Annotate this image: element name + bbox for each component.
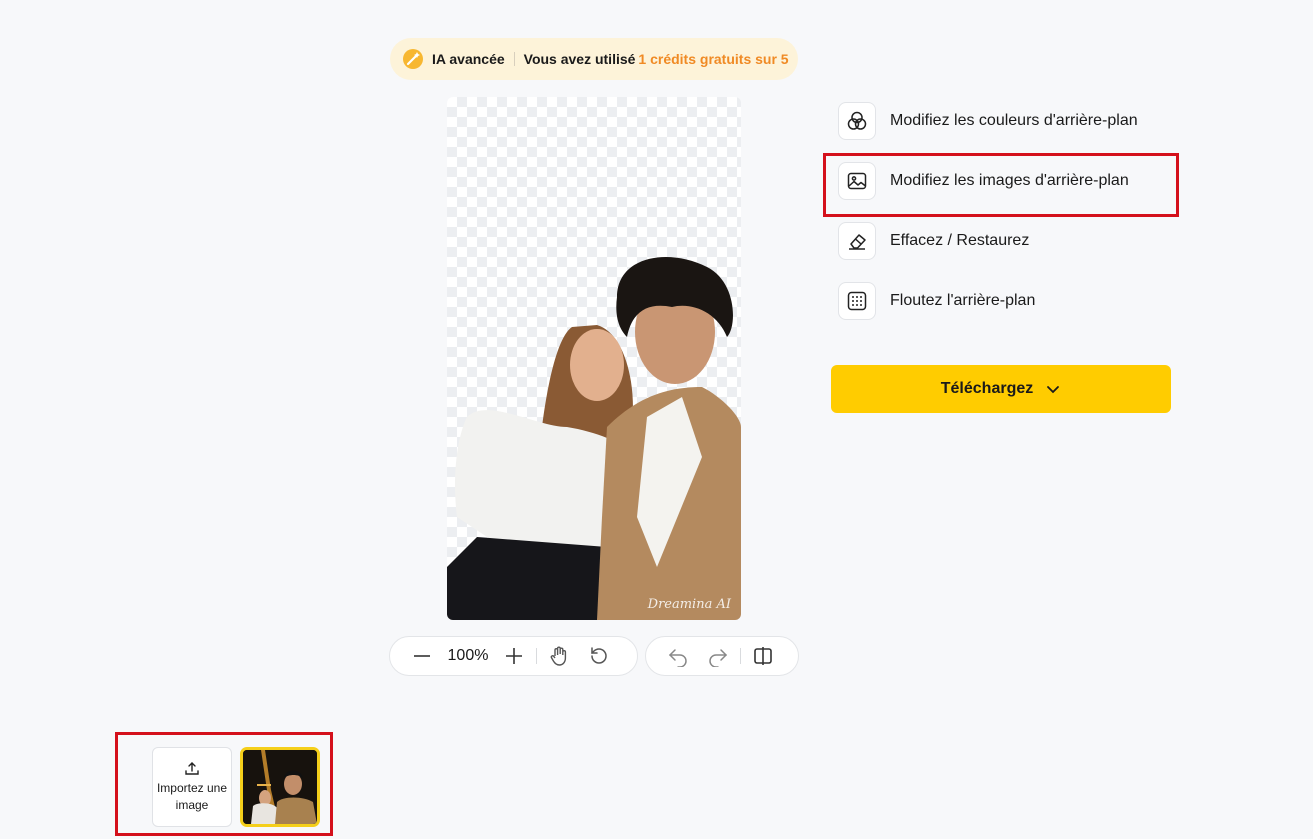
divider <box>513 52 515 66</box>
eraser-icon <box>838 222 876 260</box>
option-blur-bg[interactable]: Floutez l'arrière-plan <box>838 281 1035 321</box>
hand-icon <box>550 646 567 666</box>
option-label: Floutez l'arrière-plan <box>890 292 1036 309</box>
blur-grid-icon <box>838 282 876 320</box>
zoom-level: 100% <box>447 647 489 664</box>
ai-label: IA avancée <box>432 51 505 67</box>
usage-text: Vous avez utilisé <box>523 51 636 67</box>
subject-cutout <box>447 257 741 620</box>
divider <box>536 648 537 664</box>
color-circles-icon <box>838 102 876 140</box>
minus-icon <box>414 655 430 657</box>
zoom-out-button[interactable] <box>410 644 434 668</box>
compare-icon <box>754 647 772 665</box>
watermark: Dreamina AI <box>647 597 731 612</box>
highlight-box <box>823 153 1179 217</box>
plus-icon <box>506 648 522 664</box>
zoom-toolbar: 100% <box>389 636 638 676</box>
divider <box>740 648 741 664</box>
chevron-down-icon <box>1047 386 1060 394</box>
credits-badge: IA avancée Vous avez utilisé 1 crédits g… <box>390 38 798 80</box>
download-button[interactable]: Téléchargez <box>831 365 1171 413</box>
highlight-box <box>115 732 333 836</box>
compare-button[interactable] <box>751 644 775 668</box>
credits-count: 1 crédits gratuits sur 5 <box>638 51 789 67</box>
pan-button[interactable] <box>547 644 571 668</box>
option-change-bg-colors[interactable]: Modifiez les couleurs d'arrière-plan <box>838 101 1138 141</box>
magic-wand-icon <box>403 49 423 69</box>
reset-button[interactable] <box>587 644 611 668</box>
option-label: Modifiez les couleurs d'arrière-plan <box>890 112 1138 129</box>
image-preview[interactable]: Dreamina AI <box>447 97 741 620</box>
history-toolbar <box>645 636 799 676</box>
undo-button[interactable] <box>666 644 690 668</box>
redo-icon <box>709 649 728 667</box>
undo-icon <box>668 649 687 667</box>
reset-icon <box>591 647 607 664</box>
zoom-in-button[interactable] <box>502 644 526 668</box>
redo-button[interactable] <box>706 644 730 668</box>
option-label: Effacez / Restaurez <box>890 232 1030 249</box>
download-label: Téléchargez <box>940 380 1034 397</box>
option-erase-restore[interactable]: Effacez / Restaurez <box>838 221 1029 261</box>
